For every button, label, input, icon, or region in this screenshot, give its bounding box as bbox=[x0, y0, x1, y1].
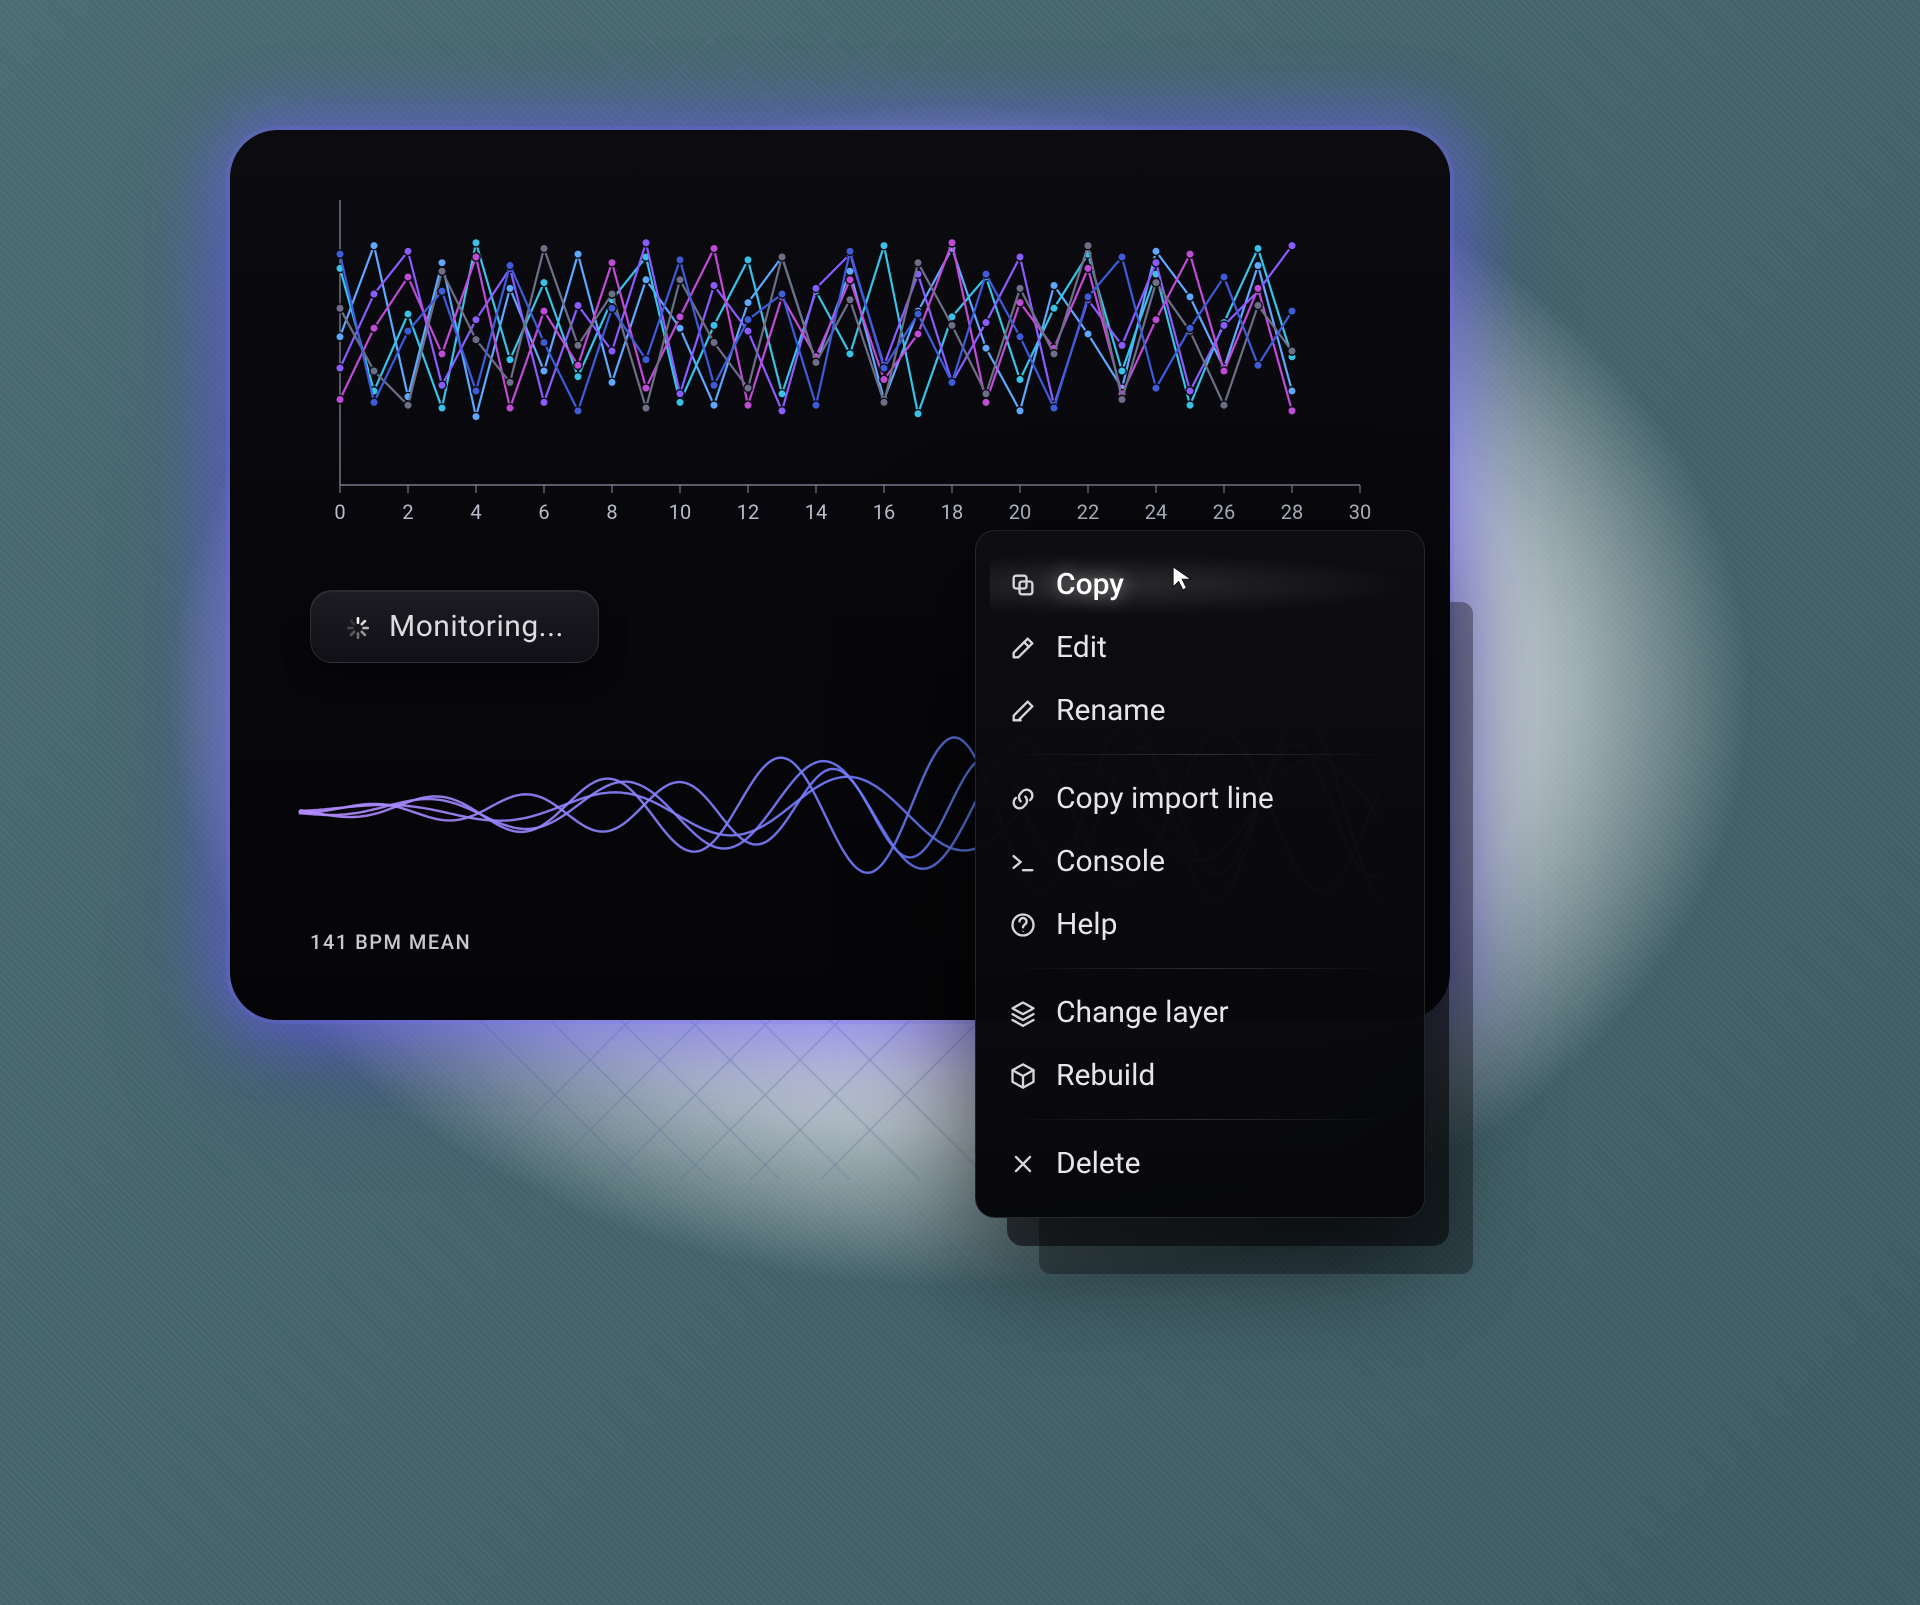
menu-item-copy[interactable]: Copy bbox=[990, 553, 1410, 616]
menu-item-edit[interactable]: Edit bbox=[990, 616, 1410, 679]
menu-item-label: Rebuild bbox=[1056, 1058, 1155, 1093]
menu-item-change-layer[interactable]: Change layer bbox=[990, 981, 1410, 1044]
menu-item-label: Edit bbox=[1056, 630, 1107, 665]
layers-icon bbox=[1008, 998, 1038, 1028]
monitoring-status-pill: Monitoring... bbox=[310, 590, 599, 663]
menu-item-label: Console bbox=[1056, 844, 1165, 879]
menu-item-copy-import[interactable]: Copy import line bbox=[990, 767, 1410, 830]
menu-item-help[interactable]: Help bbox=[990, 893, 1410, 956]
svg-text:4: 4 bbox=[470, 500, 481, 524]
svg-text:6: 6 bbox=[538, 500, 549, 524]
menu-item-label: Change layer bbox=[1056, 995, 1229, 1030]
svg-text:14: 14 bbox=[805, 500, 827, 524]
console-icon bbox=[1008, 847, 1038, 877]
svg-text:28: 28 bbox=[1281, 500, 1303, 524]
svg-text:10: 10 bbox=[669, 500, 691, 524]
edit-icon bbox=[1008, 633, 1038, 663]
svg-text:30: 30 bbox=[1349, 500, 1371, 524]
package-icon bbox=[1008, 1061, 1038, 1091]
menu-item-label: Copy import line bbox=[1056, 781, 1274, 816]
menu-item-label: Copy bbox=[1056, 567, 1124, 602]
svg-text:22: 22 bbox=[1077, 500, 1099, 524]
bpm-mean-label: 141 BPM MEAN bbox=[310, 930, 471, 954]
menu-separator bbox=[1004, 754, 1396, 755]
svg-text:26: 26 bbox=[1213, 500, 1235, 524]
menu-separator bbox=[1004, 968, 1396, 969]
signal-chart: 024681012141618202224262830 bbox=[300, 190, 1380, 540]
link-icon bbox=[1008, 784, 1038, 814]
menu-item-console[interactable]: Console bbox=[990, 830, 1410, 893]
menu-item-label: Rename bbox=[1056, 693, 1166, 728]
monitoring-label: Monitoring... bbox=[389, 609, 564, 644]
menu-item-rebuild[interactable]: Rebuild bbox=[990, 1044, 1410, 1107]
svg-text:24: 24 bbox=[1145, 500, 1167, 524]
svg-text:18: 18 bbox=[941, 500, 963, 524]
menu-item-rename[interactable]: Rename bbox=[990, 679, 1410, 742]
menu-separator bbox=[1004, 1119, 1396, 1120]
close-icon bbox=[1008, 1149, 1038, 1179]
svg-text:20: 20 bbox=[1009, 500, 1031, 524]
svg-text:12: 12 bbox=[737, 500, 759, 524]
context-menu: Copy Edit Rename Copy import line Consol… bbox=[975, 530, 1425, 1218]
menu-item-label: Help bbox=[1056, 907, 1117, 942]
svg-text:2: 2 bbox=[402, 500, 413, 524]
help-icon bbox=[1008, 910, 1038, 940]
copy-icon bbox=[1008, 570, 1038, 600]
spinner-icon bbox=[345, 614, 371, 640]
svg-text:16: 16 bbox=[873, 500, 895, 524]
menu-item-delete[interactable]: Delete bbox=[990, 1132, 1410, 1195]
svg-text:8: 8 bbox=[606, 500, 617, 524]
menu-item-label: Delete bbox=[1056, 1146, 1141, 1181]
rename-icon bbox=[1008, 696, 1038, 726]
cursor-icon bbox=[1170, 565, 1196, 591]
svg-text:0: 0 bbox=[334, 500, 345, 524]
